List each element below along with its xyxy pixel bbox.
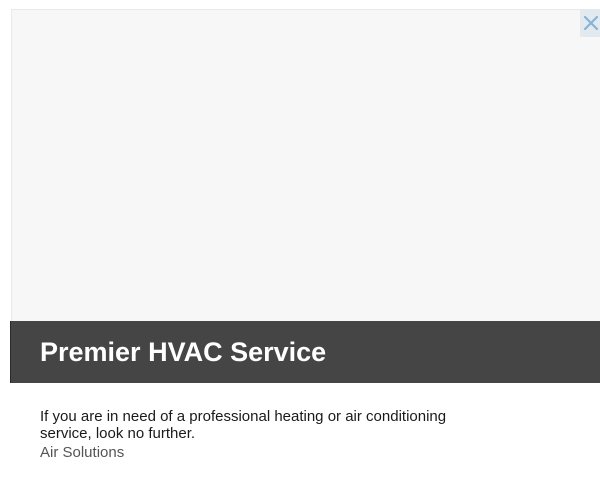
title-band[interactable]: Premier HVAC Service [11,321,600,383]
advertiser-name[interactable]: Air Solutions [40,444,124,461]
ad-description[interactable]: If you are in need of a professional hea… [40,408,480,442]
ad-headline[interactable]: Premier HVAC Service [40,333,326,371]
ad-card[interactable]: Premier HVAC Service If you are in need … [0,0,600,502]
close-button[interactable] [580,9,600,37]
close-x-icon [584,16,598,30]
ad-image-placeholder[interactable] [11,9,600,321]
